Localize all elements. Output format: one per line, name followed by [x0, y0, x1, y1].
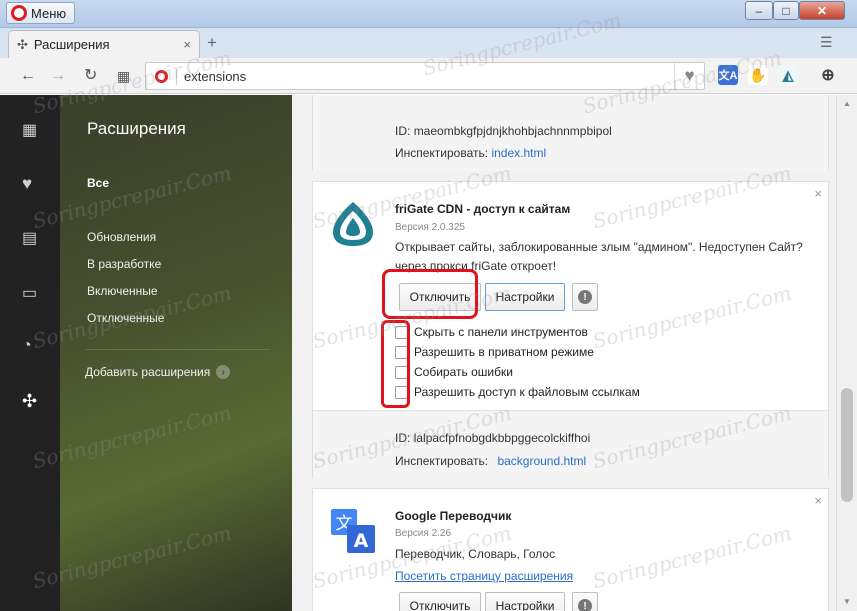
option-label: Собирать ошибки [414, 365, 513, 379]
address-text[interactable]: extensions [184, 69, 246, 84]
highlight-disable-button [382, 269, 478, 319]
tab-close-icon[interactable]: × [183, 37, 191, 52]
scrollbar-thumb[interactable] [841, 388, 853, 502]
scroll-down-icon[interactable]: ▼ [843, 597, 851, 606]
opera-badge-icon [155, 70, 168, 83]
extension-name: friGate CDN - доступ к сайтам [395, 202, 571, 216]
extensions-nav-panel: Расширения Все Обновления В разработке В… [60, 95, 292, 611]
reload-icon[interactable]: ↻ [84, 67, 97, 85]
opera-logo-icon [11, 5, 27, 21]
devices-icon[interactable]: ▭ [22, 283, 37, 303]
address-bar[interactable]: extensions ♥ [145, 62, 705, 90]
nav-heading: Расширения [87, 119, 186, 138]
option-label: Разрешить доступ к файловым ссылкам [414, 385, 640, 399]
frigate-icon[interactable]: ◭ [778, 65, 798, 85]
remove-extension-icon[interactable]: × [814, 493, 822, 508]
nav-item-development[interactable]: В разработке [87, 257, 161, 271]
inspect-link[interactable]: background.html [497, 454, 586, 468]
remove-extension-icon[interactable]: × [814, 186, 822, 201]
navigation-toolbar: ← → ↻ ▦ extensions ♥ 文A ✋ ◭ ⊕ [0, 58, 857, 94]
option-collect-errors[interactable]: Собирать ошибки [395, 365, 513, 379]
news-icon[interactable]: ▤ [22, 228, 37, 248]
id-label: ID: [395, 124, 411, 138]
option-private-mode[interactable]: Разрешить в приватном режиме [395, 345, 594, 359]
address-separator [176, 69, 177, 85]
extension-card: ID: maeombkgfpjdnjkhohbjachnnmpbipol Инс… [312, 95, 829, 171]
adblock-hand-icon[interactable]: ✋ [748, 65, 768, 85]
add-extensions-link[interactable]: Добавить расширения › [85, 365, 231, 379]
google-translate-logo-icon: 文 A [329, 507, 377, 555]
extension-id: ID: maeombkgfpjdnjkhohbjachnnmpbipol [395, 124, 612, 138]
option-label: Скрыть с панели инструментов [414, 325, 588, 339]
vertical-scrollbar[interactable]: ▲ ▼ [836, 95, 857, 611]
title-bar: Меню – □ ✕ [0, 0, 857, 28]
inspect-link[interactable]: index.html [491, 146, 546, 160]
nav-divider [85, 349, 270, 350]
speed-dial-icon[interactable]: ▦ [117, 67, 130, 85]
settings-button[interactable]: Настройки [485, 283, 565, 311]
highlight-checkboxes [381, 320, 410, 408]
svg-text:A: A [354, 530, 369, 552]
extensions-puzzle-icon[interactable]: ✣ [22, 391, 37, 412]
extension-version: Версия 2.0.325 [395, 222, 465, 233]
speed-dial-grid-icon[interactable]: ▦ [22, 120, 37, 140]
extensions-list: ID: maeombkgfpjdnjkhohbjachnnmpbipol Инс… [292, 95, 836, 611]
add-extensions-label: Добавить расширения [85, 365, 211, 379]
favorites-heart-icon[interactable]: ♥ [22, 174, 32, 194]
sidebar-icon-strip: ▦ ♥ ▤ ▭ ◔ ✣ [0, 95, 60, 611]
tab-bar: ✣ Расширения × + ☰ [0, 28, 857, 58]
translate-icon[interactable]: 文A [718, 65, 738, 85]
disable-button[interactable]: Отключить [399, 592, 481, 611]
id-value: maeombkgfpjdnjkhohbjachnnmpbipol [413, 124, 612, 138]
back-icon[interactable]: ← [20, 67, 36, 85]
inspect-row: Инспектировать: background.html [395, 454, 586, 468]
scroll-up-icon[interactable]: ▲ [843, 99, 851, 108]
inspect-row: Инспектировать: index.html [395, 146, 546, 160]
tab-extensions[interactable]: ✣ Расширения × [8, 30, 200, 58]
minimize-button[interactable]: – [745, 1, 773, 20]
nav-item-updates[interactable]: Обновления [87, 230, 156, 244]
forward-icon[interactable]: → [50, 67, 66, 85]
option-label: Разрешить в приватном режиме [414, 345, 594, 359]
extension-card-google-translate: × 文 A Google Переводчик Версия 2.26 Пере… [312, 488, 829, 611]
extension-name: Google Переводчик [395, 509, 512, 523]
tab-menu-icon[interactable]: ☰ [820, 34, 833, 51]
maximize-button[interactable]: □ [773, 1, 799, 20]
nav-item-enabled[interactable]: Включенные [87, 284, 158, 298]
frigate-logo-icon [329, 200, 377, 248]
bookmark-heart-icon[interactable]: ♥ [674, 63, 704, 89]
exclamation-icon: ! [578, 290, 592, 304]
settings-button[interactable]: Настройки [485, 592, 565, 611]
menu-label: Меню [31, 5, 67, 21]
id-value: lalpacfpfnobgdkbbpggecolckiffhoi [413, 431, 591, 445]
option-hide-toolbar[interactable]: Скрыть с панели инструментов [395, 325, 588, 339]
nav-item-all[interactable]: Все [87, 176, 109, 190]
extension-page-link[interactable]: Посетить страницу расширения [395, 567, 805, 586]
new-tab-icon[interactable]: + [207, 33, 217, 53]
info-button[interactable]: ! [572, 592, 598, 611]
id-label: ID: [395, 431, 411, 445]
info-button[interactable]: ! [572, 283, 598, 311]
close-window-button[interactable]: ✕ [799, 1, 845, 20]
opera-menu-button[interactable]: Меню [6, 2, 76, 24]
inspect-label: Инспектировать: [395, 454, 489, 468]
chevron-right-icon: › [216, 365, 231, 379]
history-clock-icon[interactable]: ◔ [22, 337, 32, 355]
nav-item-disabled[interactable]: Отключенные [87, 311, 164, 325]
option-file-urls[interactable]: Разрешить доступ к файловым ссылкам [395, 385, 640, 399]
extension-id: ID: lalpacfpfnobgdkbbpggecolckiffhoi [395, 431, 590, 445]
download-icon[interactable]: ⊕ [818, 65, 838, 85]
exclamation-icon: ! [578, 599, 592, 611]
extension-version: Версия 2.26 [395, 528, 452, 539]
extension-description: Переводчик, Словарь, Голос [395, 547, 556, 561]
puzzle-icon: ✣ [17, 36, 28, 52]
tab-title: Расширения [33, 37, 110, 52]
inspect-label: Инспектировать: [395, 146, 489, 160]
